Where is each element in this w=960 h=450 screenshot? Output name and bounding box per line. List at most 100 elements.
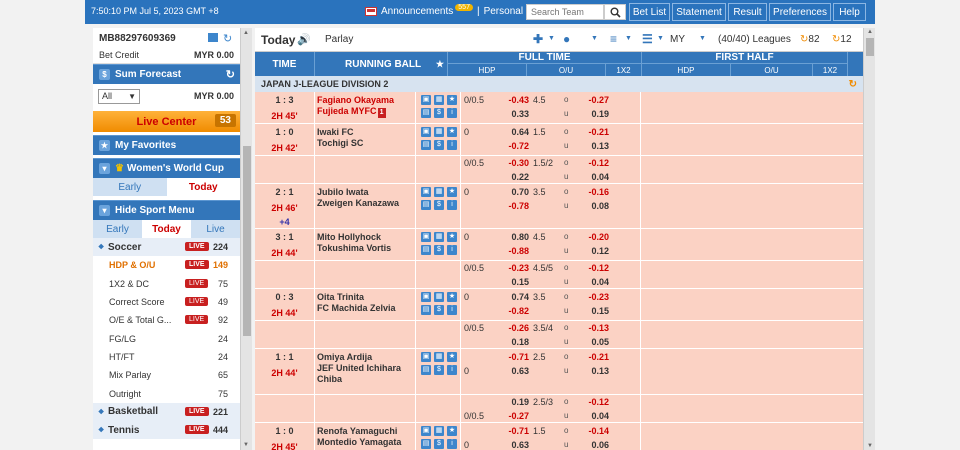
- tv-icon[interactable]: ▣: [421, 187, 431, 197]
- bet-list-button[interactable]: Bet List: [629, 3, 670, 21]
- add-icon[interactable]: ✚: [533, 32, 543, 46]
- chevron-down-icon[interactable]: ▼: [591, 35, 598, 42]
- info-icon[interactable]: i: [447, 365, 457, 375]
- over-odds[interactable]: -0.12: [575, 397, 609, 407]
- preferences-button[interactable]: Preferences: [769, 3, 831, 21]
- stats-icon[interactable]: ▦: [434, 232, 444, 242]
- chevron-down-icon[interactable]: ▼: [699, 35, 706, 42]
- main-scrollbar[interactable]: ▲ ▼: [863, 28, 875, 450]
- chevron-down-icon[interactable]: ▼: [625, 35, 632, 42]
- stats-icon[interactable]: ▦: [434, 292, 444, 302]
- search-team-input[interactable]: [526, 4, 604, 20]
- info-icon[interactable]: i: [447, 140, 457, 150]
- home-odds[interactable]: 0.80: [493, 232, 529, 242]
- timer-counter[interactable]: ↻12: [832, 34, 852, 45]
- under-odds[interactable]: 0.12: [575, 246, 609, 256]
- under-odds[interactable]: 0.15: [575, 306, 609, 316]
- over-odds[interactable]: -0.20: [575, 232, 609, 242]
- my-favorites-header[interactable]: ★ My Favorites: [93, 135, 240, 155]
- search-button[interactable]: [604, 4, 626, 20]
- favorite-star-icon[interactable]: ★: [447, 187, 457, 197]
- mail-icon[interactable]: [208, 33, 218, 42]
- chart-icon[interactable]: ▤: [421, 439, 431, 449]
- tab-sport-today[interactable]: Today: [142, 220, 191, 238]
- under-odds[interactable]: 0.08: [575, 201, 609, 211]
- dollar-icon[interactable]: $: [434, 140, 444, 150]
- dollar-icon[interactable]: $: [434, 305, 444, 315]
- over-odds[interactable]: -0.21: [575, 352, 609, 362]
- tab-sport-live[interactable]: Live: [191, 220, 240, 238]
- help-button[interactable]: Help: [833, 3, 866, 21]
- away-odds[interactable]: 0.63: [493, 366, 529, 376]
- info-icon[interactable]: i: [447, 200, 457, 210]
- favorite-star-icon[interactable]: ★: [447, 95, 457, 105]
- chart-icon[interactable]: ▤: [421, 140, 431, 150]
- sport-item[interactable]: O/E & Total G... LIVE 92: [93, 311, 240, 330]
- view-list-icon[interactable]: ☰: [642, 32, 653, 46]
- over-odds[interactable]: -0.12: [575, 158, 609, 168]
- scroll-down-icon[interactable]: ▼: [243, 442, 249, 448]
- home-odds[interactable]: 0.19: [493, 397, 529, 407]
- home-odds[interactable]: 0.74: [493, 292, 529, 302]
- favorite-star-icon[interactable]: ★: [447, 292, 457, 302]
- tv-icon[interactable]: ▣: [421, 292, 431, 302]
- sport-item[interactable]: ❖ Basketball LIVE 221: [93, 402, 240, 421]
- refresh-counter[interactable]: ↻82: [800, 34, 820, 45]
- sport-item[interactable]: Mix Parlay 65: [93, 366, 240, 385]
- chevron-down-icon[interactable]: ▼: [657, 35, 664, 42]
- live-center-button[interactable]: Live Center 53: [93, 111, 240, 132]
- announcements-label[interactable]: Announcements: [381, 6, 453, 17]
- stats-icon[interactable]: ▦: [434, 187, 444, 197]
- star-icon[interactable]: ★: [436, 59, 444, 70]
- tab-wwc-early[interactable]: Early: [93, 178, 167, 196]
- home-odds[interactable]: -0.43: [493, 95, 529, 105]
- dollar-icon[interactable]: $: [434, 108, 444, 118]
- home-odds[interactable]: 0.70: [493, 187, 529, 197]
- under-odds[interactable]: 0.04: [575, 277, 609, 287]
- chart-icon[interactable]: ▤: [421, 200, 431, 210]
- dollar-icon[interactable]: $: [434, 245, 444, 255]
- stats-icon[interactable]: ▦: [434, 352, 444, 362]
- chart-icon[interactable]: ▤: [421, 365, 431, 375]
- chart-icon[interactable]: ▤: [421, 108, 431, 118]
- dollar-icon[interactable]: $: [434, 439, 444, 449]
- away-odds[interactable]: 0.63: [493, 440, 529, 450]
- stats-icon[interactable]: ▦: [434, 426, 444, 436]
- home-odds[interactable]: -0.26: [493, 323, 529, 333]
- info-icon[interactable]: i: [447, 439, 457, 449]
- sport-item[interactable]: HT/FT 24: [93, 347, 240, 367]
- favorite-star-icon[interactable]: ★: [447, 426, 457, 436]
- over-odds[interactable]: -0.13: [575, 323, 609, 333]
- over-odds[interactable]: -0.27: [575, 95, 609, 105]
- info-icon[interactable]: i: [447, 108, 457, 118]
- home-odds[interactable]: -0.30: [493, 158, 529, 168]
- result-button[interactable]: Result: [728, 3, 767, 21]
- favorite-star-icon[interactable]: ★: [447, 127, 457, 137]
- away-odds[interactable]: -0.88: [493, 246, 529, 256]
- league-header[interactable]: JAPAN J-LEAGUE DIVISION 2 ↻: [255, 76, 863, 92]
- away-odds[interactable]: 0.18: [493, 337, 529, 347]
- away-odds[interactable]: -0.78: [493, 201, 529, 211]
- left-scrollbar[interactable]: ▲ ▼: [240, 28, 252, 450]
- chart-icon[interactable]: ▤: [421, 245, 431, 255]
- tv-icon[interactable]: ▣: [421, 352, 431, 362]
- under-odds[interactable]: 0.13: [575, 141, 609, 151]
- refresh-icon[interactable]: ↻: [849, 79, 857, 90]
- parlay-link[interactable]: Parlay: [325, 34, 353, 45]
- more-markets-link[interactable]: +4: [255, 217, 314, 227]
- leagues-selector[interactable]: (40/40) Leagues: [718, 34, 791, 45]
- over-odds[interactable]: -0.14: [575, 426, 609, 436]
- sum-forecast-header[interactable]: $ Sum Forecast ↻: [93, 64, 240, 84]
- refresh-icon[interactable]: ↻: [226, 68, 235, 81]
- away-odds[interactable]: 0.22: [493, 172, 529, 182]
- scroll-thumb[interactable]: [243, 146, 251, 336]
- chevron-down-icon[interactable]: ▼: [548, 35, 555, 42]
- tab-sport-early[interactable]: Early: [93, 220, 142, 238]
- under-odds[interactable]: 0.05: [575, 337, 609, 347]
- under-odds[interactable]: 0.04: [575, 172, 609, 182]
- stats-icon[interactable]: ▦: [434, 127, 444, 137]
- info-icon[interactable]: i: [447, 305, 457, 315]
- home-odds[interactable]: 0.64: [493, 127, 529, 137]
- sport-item[interactable]: ❖ Tennis LIVE 444: [93, 420, 240, 440]
- over-odds[interactable]: -0.21: [575, 127, 609, 137]
